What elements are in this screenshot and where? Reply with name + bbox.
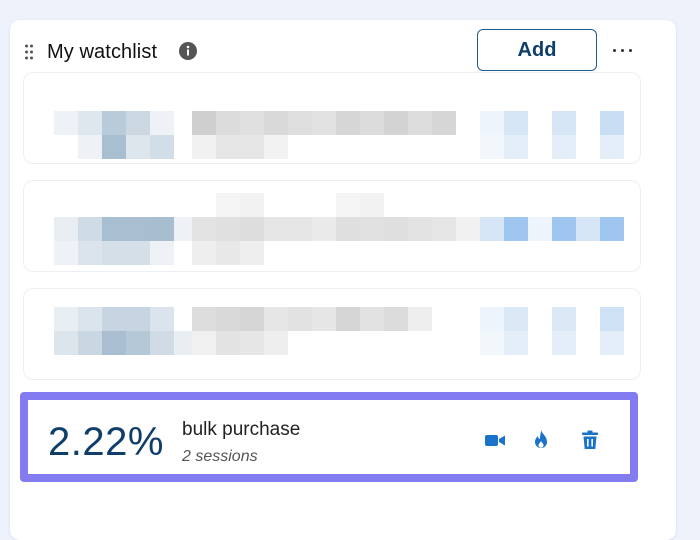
drag-handle-icon[interactable] (24, 44, 34, 60)
more-horizontal-icon (613, 49, 616, 52)
trash-icon[interactable] (578, 428, 602, 452)
add-button[interactable]: Add (477, 29, 597, 71)
flame-icon[interactable] (529, 428, 553, 452)
page-title: My watchlist (47, 41, 158, 63)
item-label: bulk purchase (182, 419, 301, 440)
selected-list-item[interactable]: 2.22% bulk purchase 2 sessions (20, 392, 638, 482)
more-options-button[interactable] (608, 38, 638, 62)
list-item[interactable] (23, 288, 641, 380)
info-icon[interactable] (179, 42, 197, 60)
list-item[interactable] (23, 72, 641, 164)
percentage-value: 2.22% (48, 420, 164, 464)
video-camera-icon[interactable] (483, 428, 507, 452)
list-item[interactable] (23, 180, 641, 272)
item-sublabel: 2 sessions (182, 448, 258, 465)
